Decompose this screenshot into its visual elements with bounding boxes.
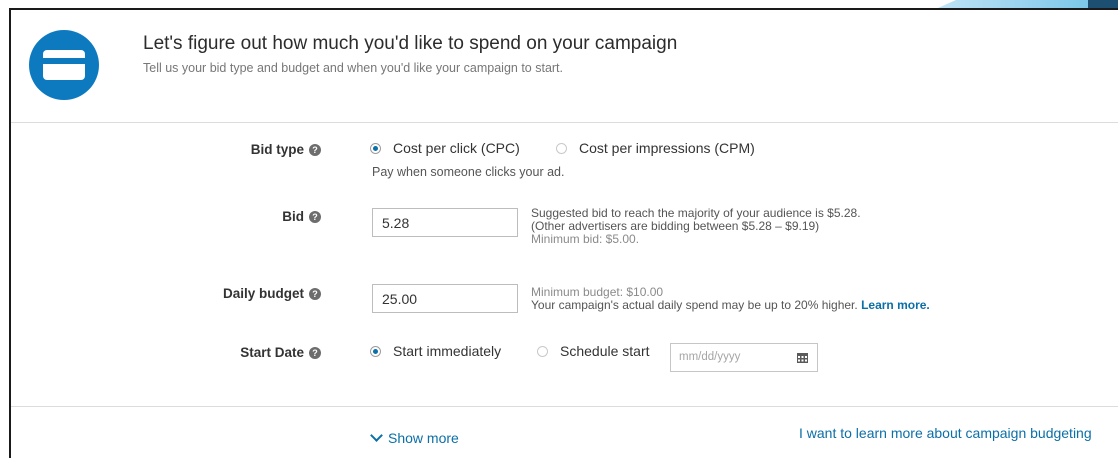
credit-card-shape: [43, 50, 85, 80]
daily-budget-note-text: Your campaign's actual daily spend may b…: [531, 298, 858, 312]
bid-type-label: Bid type?: [11, 142, 321, 157]
radio-cpc-label: Cost per click (CPC): [393, 140, 520, 156]
start-date-input[interactable]: [679, 351, 779, 363]
daily-budget-hint: Minimum budget: $10.00 Your campaign's a…: [531, 286, 930, 312]
corner-decoration: [918, 0, 1118, 8]
credit-card-stripe: [43, 58, 85, 64]
daily-budget-note: Your campaign's actual daily spend may b…: [531, 299, 930, 312]
daily-budget-input[interactable]: [372, 284, 518, 313]
bid-hint: Suggested bid to reach the majority of y…: [531, 207, 861, 246]
bid-label: Bid?: [11, 209, 321, 224]
help-icon[interactable]: ?: [309, 144, 321, 156]
radio-cpm-label: Cost per impressions (CPM): [579, 140, 755, 156]
radio-schedule-start[interactable]: Schedule start: [537, 343, 650, 359]
panel-header: Let's figure out how much you'd like to …: [11, 10, 1118, 123]
radio-unselected-icon[interactable]: [556, 142, 567, 154]
show-more-label: Show more: [388, 430, 459, 446]
corner-decoration-dark: [1088, 0, 1118, 8]
radio-cpc[interactable]: Cost per click (CPC): [370, 140, 520, 156]
bid-label-text: Bid: [282, 209, 304, 224]
daily-budget-label-text: Daily budget: [222, 286, 304, 301]
radio-selected-icon[interactable]: [370, 142, 381, 154]
start-date-label-text: Start Date: [240, 345, 304, 360]
bid-type-note: Pay when someone clicks your ad.: [372, 165, 565, 179]
show-more-button[interactable]: Show more: [370, 429, 459, 446]
campaign-budget-panel: Let's figure out how much you'd like to …: [9, 8, 1118, 458]
help-icon[interactable]: ?: [309, 211, 321, 223]
corner-decoration-blue: [938, 0, 1088, 8]
footer-divider: [11, 406, 1118, 407]
learn-about-budgeting-link[interactable]: I want to learn more about campaign budg…: [799, 425, 1092, 441]
start-date-picker[interactable]: [670, 343, 818, 372]
radio-selected-icon[interactable]: [370, 345, 381, 357]
page-subtitle: Tell us your bid type and budget and whe…: [143, 61, 564, 75]
help-icon[interactable]: ?: [309, 288, 321, 300]
daily-budget-label: Daily budget?: [11, 286, 321, 301]
radio-schedule-start-label: Schedule start: [560, 343, 650, 359]
radio-start-immediately[interactable]: Start immediately: [370, 343, 501, 359]
credit-card-icon: [29, 30, 99, 100]
learn-more-link[interactable]: Learn more.: [861, 298, 930, 312]
chevron-down-icon: [370, 429, 383, 442]
start-date-label: Start Date?: [11, 345, 321, 360]
radio-cpm[interactable]: Cost per impressions (CPM): [556, 140, 755, 156]
bid-type-label-text: Bid type: [250, 142, 304, 157]
help-icon[interactable]: ?: [309, 347, 321, 359]
bid-input[interactable]: [372, 208, 518, 237]
radio-start-immediately-label: Start immediately: [393, 343, 502, 359]
calendar-icon[interactable]: [797, 352, 808, 363]
page-title: Let's figure out how much you'd like to …: [143, 33, 678, 54]
bid-hint-minimum: Minimum bid: $5.00.: [531, 232, 640, 246]
radio-unselected-icon[interactable]: [537, 345, 548, 357]
